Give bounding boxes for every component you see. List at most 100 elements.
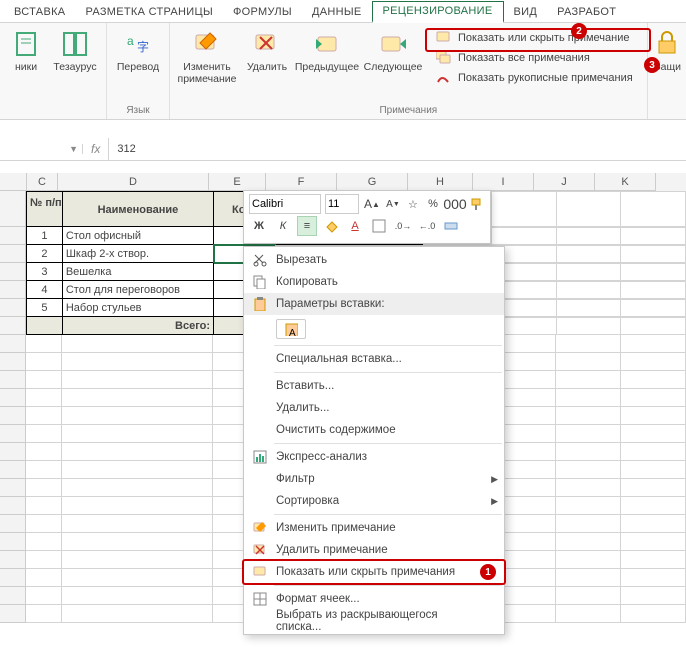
menu-show-hide-comments[interactable]: Показать или скрыть примечания 1	[244, 561, 504, 583]
menu-copy[interactable]: Копировать	[244, 271, 504, 293]
thesaurus-button[interactable]: Тезаурус	[50, 27, 100, 75]
menu-delete[interactable]: Удалить...	[244, 397, 504, 419]
cell[interactable]	[621, 389, 686, 407]
cell[interactable]	[556, 425, 621, 443]
select-all-corner[interactable]	[0, 173, 27, 191]
cell[interactable]	[62, 371, 213, 389]
tab-review[interactable]: РЕЦЕНЗИРОВАНИЕ	[372, 1, 504, 23]
cell[interactable]	[556, 335, 621, 353]
prev-comment-button[interactable]: Предыдущее	[296, 27, 358, 75]
cell[interactable]	[62, 479, 213, 497]
col-header-H[interactable]: H	[408, 173, 473, 191]
cell[interactable]	[556, 371, 621, 389]
percent-format-button[interactable]: %	[425, 194, 441, 214]
table-cell[interactable]: 4	[26, 281, 63, 299]
menu-quick-analysis[interactable]: Экспресс-анализ	[244, 446, 504, 468]
cell[interactable]	[621, 551, 686, 569]
next-comment-button[interactable]: Следующее	[362, 27, 424, 75]
tab-page-layout[interactable]: РАЗМЕТКА СТРАНИЦЫ	[75, 3, 223, 22]
toggle-comment-button[interactable]: Показать или скрыть примечание	[432, 29, 637, 47]
delete-comment-button[interactable]: Удалить	[242, 27, 292, 75]
accounting-format-button[interactable]: ☆	[405, 194, 421, 214]
cell[interactable]	[26, 353, 62, 371]
row-header[interactable]	[0, 299, 26, 317]
cell[interactable]	[62, 569, 213, 587]
cell[interactable]	[62, 551, 213, 569]
col-header-J[interactable]: J	[534, 173, 595, 191]
font-color-button[interactable]: A	[345, 216, 365, 236]
table-cell[interactable]: Стол для переговоров	[63, 281, 214, 299]
cell[interactable]	[26, 515, 62, 533]
cell[interactable]	[621, 587, 686, 605]
cell[interactable]	[62, 533, 213, 551]
edit-comment-button[interactable]: Изменить примечание	[176, 27, 238, 87]
cell[interactable]	[621, 533, 686, 551]
cell[interactable]	[556, 605, 621, 623]
row-header[interactable]	[0, 605, 26, 623]
cell[interactable]	[556, 497, 621, 515]
cell[interactable]	[26, 335, 62, 353]
menu-paste-default[interactable]: A	[244, 315, 504, 343]
row-header[interactable]	[0, 443, 26, 461]
cell[interactable]	[556, 515, 621, 533]
align-center-button[interactable]: ≡	[297, 216, 317, 236]
cell[interactable]	[62, 497, 213, 515]
row-header[interactable]	[0, 353, 26, 371]
row-header[interactable]	[0, 389, 26, 407]
table-cell[interactable]: 5	[26, 299, 63, 317]
cell[interactable]	[621, 497, 686, 515]
cell[interactable]	[621, 335, 686, 353]
menu-paste-special[interactable]: Специальная вставка...	[244, 348, 504, 370]
font-family-select[interactable]	[249, 194, 321, 214]
table-cell[interactable]: Набор стульев	[63, 299, 214, 317]
row-header[interactable]	[0, 461, 26, 479]
cell[interactable]	[26, 443, 62, 461]
cell[interactable]	[556, 533, 621, 551]
menu-sort[interactable]: Сортировка▶	[244, 490, 504, 512]
cell[interactable]	[62, 515, 213, 533]
show-ink-comments-button[interactable]: Показать рукописные примечания	[432, 69, 637, 87]
menu-insert[interactable]: Вставить...	[244, 375, 504, 397]
fx-icon[interactable]: fx	[83, 138, 109, 160]
table-total-label[interactable]: Всего:	[63, 317, 214, 335]
cell[interactable]	[621, 443, 686, 461]
col-header-G[interactable]: G	[337, 173, 408, 191]
cell[interactable]	[621, 371, 686, 389]
format-painter-button[interactable]	[469, 194, 485, 214]
cell[interactable]	[26, 533, 62, 551]
menu-delete-comment[interactable]: Удалить примечание	[244, 539, 504, 561]
italic-button[interactable]: К	[273, 216, 293, 236]
col-header-F[interactable]: F	[266, 173, 337, 191]
table-header-name[interactable]: Наименование	[63, 191, 214, 227]
col-header-D[interactable]: D	[58, 173, 209, 191]
row-header[interactable]	[0, 245, 26, 263]
table-cell[interactable]: 1	[26, 227, 63, 245]
tab-formulas[interactable]: ФОРМУЛЫ	[223, 3, 302, 22]
cell[interactable]	[556, 587, 621, 605]
cell[interactable]	[556, 407, 621, 425]
menu-clear-contents[interactable]: Очистить содержимое	[244, 419, 504, 441]
cell[interactable]	[62, 443, 213, 461]
row-header[interactable]	[0, 263, 26, 281]
cell[interactable]	[621, 479, 686, 497]
row-header[interactable]	[0, 335, 26, 353]
cell[interactable]	[62, 425, 213, 443]
cell[interactable]	[26, 605, 62, 623]
tab-view[interactable]: ВИД	[504, 3, 548, 22]
cell[interactable]	[26, 569, 62, 587]
cell[interactable]	[556, 389, 621, 407]
col-header-E[interactable]: E	[209, 173, 266, 191]
cell[interactable]	[556, 353, 621, 371]
formula-input[interactable]: 312	[109, 143, 143, 155]
tab-insert[interactable]: ВСТАВКА	[4, 3, 75, 22]
cell[interactable]	[621, 425, 686, 443]
increase-font-button[interactable]: A▲	[363, 194, 381, 214]
col-header-K[interactable]: K	[595, 173, 656, 191]
cell[interactable]	[62, 605, 213, 623]
cell[interactable]	[26, 407, 62, 425]
table-cell[interactable]: 2	[26, 245, 63, 263]
cell[interactable]	[62, 353, 213, 371]
table-cell[interactable]: Вешелка	[63, 263, 214, 281]
cell[interactable]	[62, 587, 213, 605]
cell[interactable]	[26, 425, 62, 443]
